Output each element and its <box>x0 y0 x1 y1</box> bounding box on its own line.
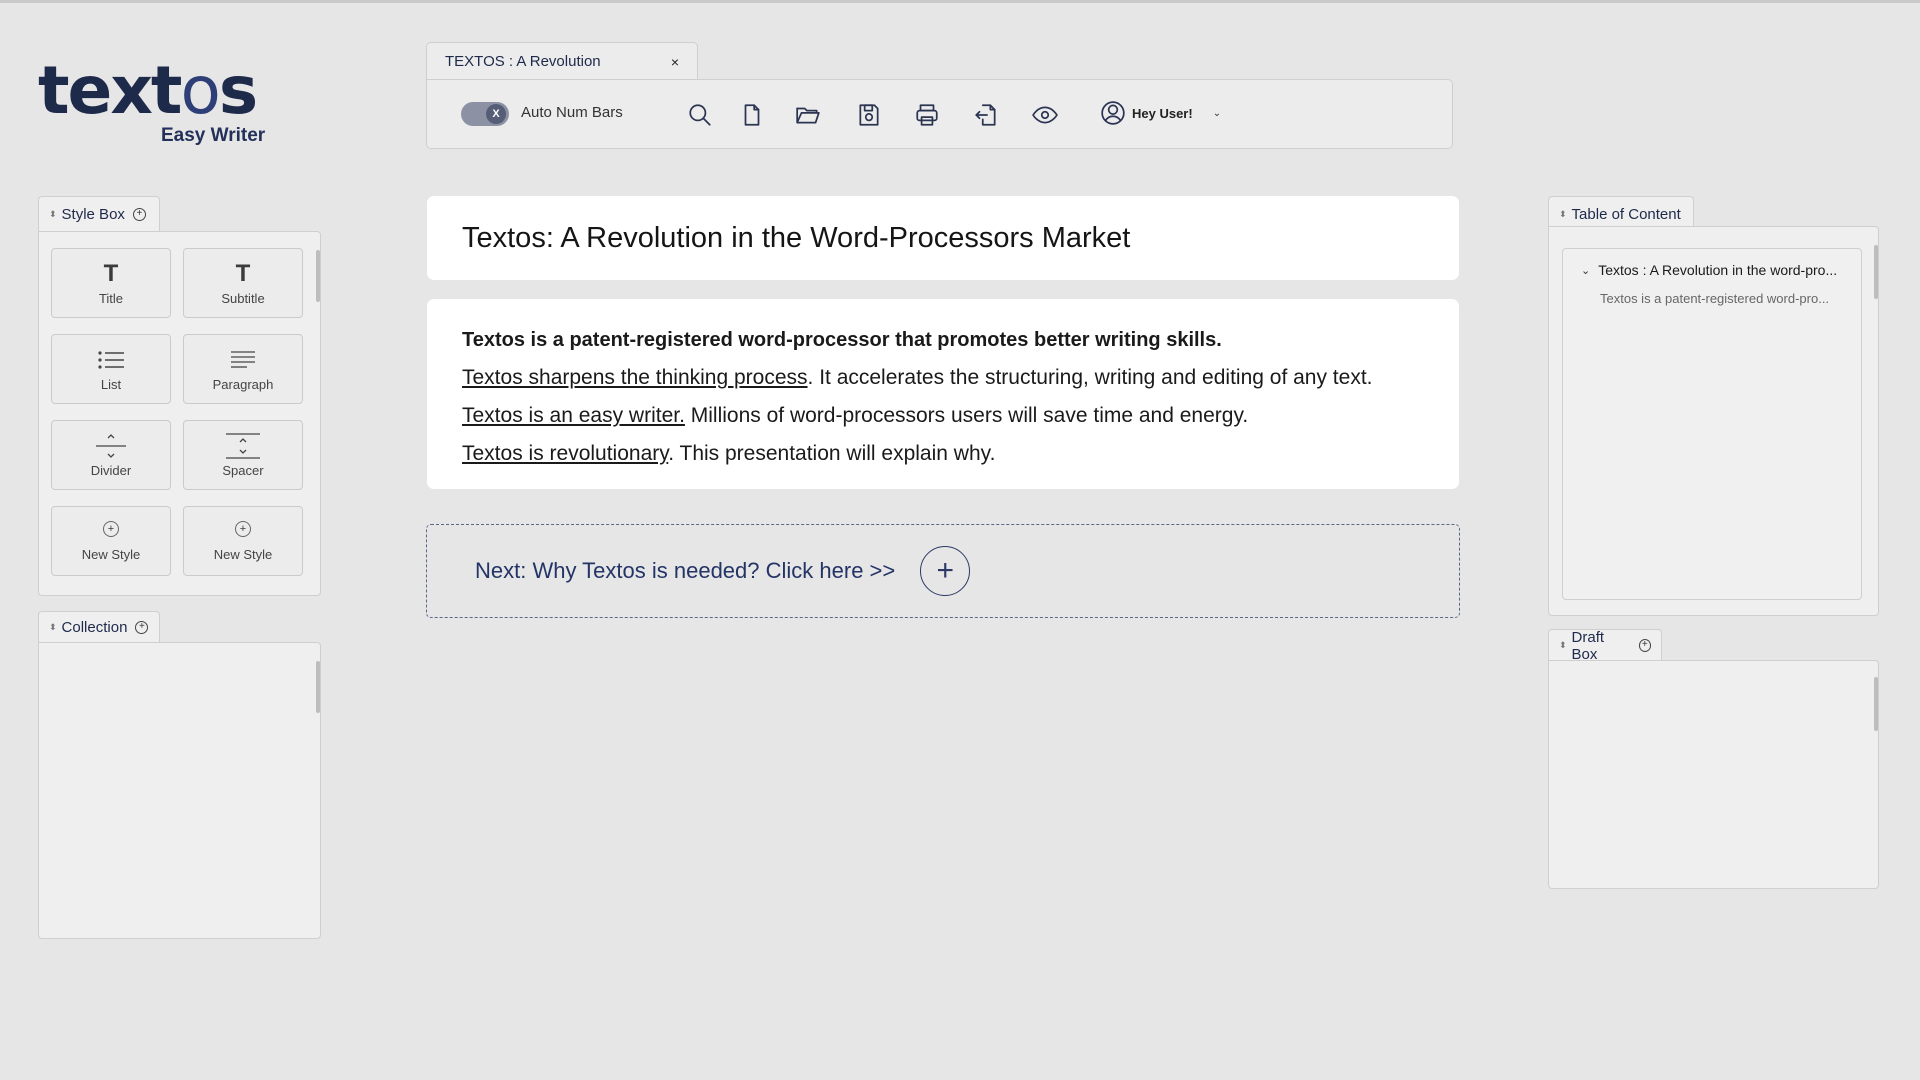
style-tile-spacer[interactable]: Spacer <box>183 420 303 490</box>
divider-icon <box>95 433 127 459</box>
title-glyph-icon: T <box>103 259 119 287</box>
toolbar: X Auto Num Bars Hey User! ⌄ <box>426 79 1453 149</box>
body-text: . It accelerates the structuring, writin… <box>807 366 1373 389</box>
collection-title: Collection <box>61 619 128 636</box>
link-revolutionary[interactable]: Textos is revolutionary <box>462 442 668 465</box>
sort-icon[interactable]: ⬍ <box>49 210 57 219</box>
save-icon[interactable] <box>854 100 884 130</box>
link-thinking-process[interactable]: Textos sharpens the thinking process <box>462 366 808 389</box>
sort-icon[interactable]: ⬍ <box>49 623 57 632</box>
toc-entry-subtitle[interactable]: Textos is a patent-registered word-pro..… <box>1600 291 1829 306</box>
style-tile-title[interactable]: T Title <box>51 248 171 318</box>
add-style-icon[interactable]: + <box>132 208 146 221</box>
toc-list: ⌄ Textos : A Revolution in the word-pro.… <box>1562 248 1862 600</box>
tile-label: List <box>100 376 122 392</box>
new-style-tile-2[interactable]: + New Style <box>183 506 303 576</box>
body-line-4[interactable]: Textos is revolutionary. This presentati… <box>462 435 1424 473</box>
style-tile-paragraph[interactable]: Paragraph <box>183 334 303 404</box>
tile-label: Spacer <box>222 462 264 478</box>
style-box-tab[interactable]: ⬍ Style Box + <box>38 196 160 232</box>
toc-title: Table of Content <box>1571 206 1681 223</box>
close-tab-icon[interactable]: × <box>671 54 679 70</box>
app-logo: textos Easy Writer <box>38 58 278 148</box>
list-icon <box>97 347 125 373</box>
collection-tab[interactable]: ⬍ Collection + <box>38 611 160 643</box>
document-tab-title: TEXTOS : A Revolution <box>445 53 601 70</box>
sort-icon[interactable]: ⬍ <box>1559 210 1567 219</box>
tile-label: Subtitle <box>221 290 265 306</box>
add-collection-icon[interactable]: + <box>135 621 149 634</box>
body-line-1[interactable]: Textos is a patent-registered word-proce… <box>462 321 1424 359</box>
document-title-card[interactable]: Textos: A Revolution in the Word-Process… <box>427 196 1459 280</box>
user-name: Hey User! <box>1132 105 1193 121</box>
add-section-icon[interactable]: + <box>920 546 971 596</box>
add-icon: + <box>103 520 119 537</box>
next-section-label: Next: Why Textos is needed? Click here >… <box>475 558 896 583</box>
draft-box-tab[interactable]: ⬍ Draft Box + <box>1548 628 1662 663</box>
collection-scrollbar[interactable] <box>316 661 320 713</box>
link-easy-writer[interactable]: Textos is an easy writer. <box>462 404 685 427</box>
toggle-knob: X <box>486 104 506 124</box>
add-icon: + <box>235 520 251 537</box>
new-style-tile-1[interactable]: + New Style <box>51 506 171 576</box>
toc-scrollbar[interactable] <box>1874 245 1878 299</box>
chevron-down-icon[interactable]: ⌄ <box>1581 264 1590 277</box>
logo-wordmark: textos <box>38 52 258 129</box>
open-folder-icon[interactable] <box>793 100 823 130</box>
next-section-button[interactable]: Next: Why Textos is needed? Click here >… <box>426 524 1460 618</box>
export-icon[interactable] <box>971 100 1001 130</box>
style-box-title: Style Box <box>61 206 125 223</box>
style-tile-divider[interactable]: Divider <box>51 420 171 490</box>
style-box-scrollbar[interactable] <box>316 250 320 302</box>
user-avatar-icon <box>1101 101 1125 125</box>
style-tile-subtitle[interactable]: T Subtitle <box>183 248 303 318</box>
paragraph-icon <box>229 347 257 373</box>
chevron-down-icon[interactable]: ⌄ <box>1213 108 1221 119</box>
tile-label: Divider <box>90 462 132 478</box>
body-line-2[interactable]: Textos sharpens the thinking process. It… <box>462 359 1424 397</box>
tile-label: New Style <box>81 546 141 562</box>
logo-tagline: Easy Writer <box>161 125 266 146</box>
toc-entry[interactable]: ⌄ Textos : A Revolution in the word-pro.… <box>1581 262 1837 278</box>
style-box-panel: T Title T Subtitle List Paragraph Divide… <box>38 231 321 596</box>
user-menu[interactable]: Hey User! ⌄ <box>1100 100 1221 126</box>
document-body-card[interactable]: Textos is a patent-registered word-proce… <box>427 299 1459 489</box>
tile-label: Title <box>98 290 124 306</box>
toc-entry-title: Textos : A Revolution in the word-pro... <box>1598 262 1838 278</box>
spacer-icon <box>225 432 261 459</box>
collection-panel <box>38 642 321 939</box>
toggle-label: Auto Num Bars <box>521 104 623 121</box>
new-file-icon[interactable] <box>737 100 767 130</box>
tile-label: New Style <box>213 546 273 562</box>
print-icon[interactable] <box>912 100 942 130</box>
sort-icon[interactable]: ⬍ <box>1559 641 1567 650</box>
search-icon[interactable] <box>685 100 715 130</box>
body-line-3[interactable]: Textos is an easy writer. Millions of wo… <box>462 397 1424 435</box>
subtitle-glyph-icon: T <box>235 259 251 287</box>
add-draft-icon[interactable]: + <box>1638 639 1651 652</box>
auto-num-bars-toggle[interactable]: X <box>461 102 509 126</box>
draft-box-title: Draft Box <box>1571 628 1605 663</box>
tile-label: Paragraph <box>212 376 274 392</box>
document-title[interactable]: Textos: A Revolution in the Word-Process… <box>462 222 1424 255</box>
body-text: Millions of word-processors users will s… <box>684 404 1249 427</box>
body-text: . This presentation will explain why. <box>668 442 996 465</box>
draft-box-panel <box>1548 660 1879 889</box>
top-border <box>0 0 1920 3</box>
style-tile-list[interactable]: List <box>51 334 171 404</box>
preview-eye-icon[interactable] <box>1030 100 1060 130</box>
draft-box-scrollbar[interactable] <box>1874 677 1878 731</box>
document-tab[interactable]: TEXTOS : A Revolution × <box>426 42 698 80</box>
